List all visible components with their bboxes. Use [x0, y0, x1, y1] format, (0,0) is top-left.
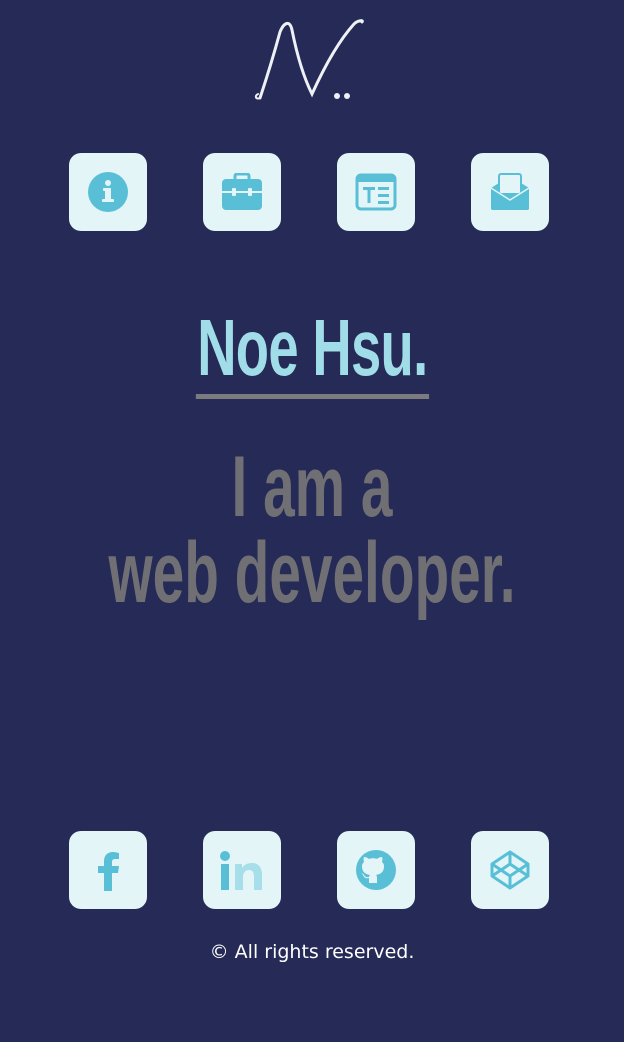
- codepen-button[interactable]: [471, 831, 549, 909]
- blog-button[interactable]: [337, 153, 415, 231]
- hero-tagline: I am a web developer.: [0, 444, 624, 616]
- codepen-icon: [490, 850, 530, 890]
- info-icon: [88, 172, 128, 212]
- hero-name-link[interactable]: Noe Hsu.: [195, 302, 429, 399]
- linkedin-icon: [220, 851, 262, 890]
- about-button[interactable]: [69, 153, 147, 231]
- facebook-button[interactable]: [69, 831, 147, 909]
- social-links: [69, 831, 549, 909]
- article-icon: [355, 173, 397, 211]
- github-button[interactable]: [337, 831, 415, 909]
- briefcase-icon: [222, 173, 262, 210]
- facebook-icon: [98, 852, 119, 891]
- copyright-text: © All rights reserved.: [209, 941, 415, 963]
- github-icon: [356, 850, 396, 890]
- main-nav: [69, 153, 549, 231]
- tagline-line-2: web developer.: [108, 525, 516, 621]
- site-logo[interactable]: [250, 14, 374, 110]
- contact-button[interactable]: [471, 153, 549, 231]
- tagline-line-1: I am a: [231, 439, 393, 535]
- hero-name-container: Noe Hsu.: [0, 302, 624, 399]
- mail-open-icon: [490, 173, 530, 210]
- work-button[interactable]: [203, 153, 281, 231]
- logo-mark: [254, 19, 364, 100]
- linkedin-button[interactable]: [203, 831, 281, 909]
